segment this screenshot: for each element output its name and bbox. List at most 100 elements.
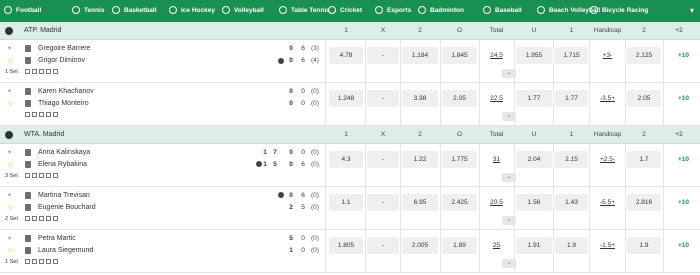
odd-h2[interactable]: 2.125 [627,47,661,64]
odd-handicap[interactable]: -3.5+ [591,95,624,102]
nav-item-cricket[interactable]: Cricket [328,6,362,14]
stats-icon[interactable] [25,69,30,74]
odd-h1[interactable]: 2.15 [555,151,588,168]
odd-u[interactable]: 1.955 [516,47,552,64]
nav-item-esports[interactable]: Esports [375,6,411,14]
stats-icon[interactable] [53,216,58,221]
odd-x[interactable]: - [367,194,399,211]
pin-icon[interactable]: ✦ [7,88,14,95]
league-name[interactable]: WTA. Madrid [24,131,64,138]
favorite-star-icon[interactable]: ☆ [7,100,14,108]
odd-c1[interactable]: 4.78 [329,47,363,64]
odd-u[interactable]: 1.77 [516,90,552,107]
stats-icon[interactable] [32,259,37,264]
player-name-2[interactable]: Eugenie Bouchard [38,204,96,211]
odd-c1[interactable]: 1.1 [329,194,363,211]
odd-h2[interactable]: 2.816 [627,194,661,211]
odd-total[interactable]: 25 [481,242,512,249]
pin-icon[interactable]: ✦ [7,149,14,156]
stats-icon[interactable] [53,112,58,117]
match-stats-icons[interactable] [25,259,58,264]
pin-icon[interactable]: ✦ [7,192,14,199]
odd-o[interactable]: 2.05 [442,90,477,107]
league-more-markets[interactable]: +2 [664,131,694,138]
expand-chevron-icon[interactable]: ⌄ [502,112,516,121]
odd-h1[interactable]: 1.9 [555,237,588,254]
odd-h2[interactable]: 2.05 [627,90,661,107]
nav-item-basketball[interactable]: Basketball [112,6,157,14]
match-stats-icons[interactable] [25,112,58,117]
stats-icon[interactable] [25,173,30,178]
league-name[interactable]: ATP. Madrid [24,27,61,34]
odd-h1[interactable]: 1.77 [555,90,588,107]
stats-icon[interactable] [46,259,51,264]
match-stats-icons[interactable] [25,173,58,178]
more-markets-link[interactable]: +10 [678,52,689,59]
odd-o[interactable]: 1.845 [442,47,477,64]
expand-chevron-icon[interactable]: ⌄ [502,259,516,268]
odd-u[interactable]: 1.91 [516,237,552,254]
odd-c2[interactable]: 6.95 [402,194,438,211]
stats-icon[interactable] [32,173,37,178]
stats-icon[interactable] [53,173,58,178]
player-name-1[interactable]: Gregoire Barrere [38,45,91,52]
stats-icon[interactable] [46,216,51,221]
odd-c2[interactable]: 1.184 [402,47,438,64]
stats-icon[interactable] [32,112,37,117]
match-stats-icons[interactable] [25,69,58,74]
player-name-1[interactable]: Karen Khachanov [38,88,94,95]
odd-c2[interactable]: 3.98 [402,90,438,107]
odd-handicap[interactable]: +2.5- [591,156,624,163]
odd-handicap[interactable]: -1.5+ [591,242,624,249]
odd-total[interactable]: 31 [481,156,512,163]
odd-x[interactable]: - [367,237,399,254]
favorite-star-icon[interactable]: ☆ [7,204,14,212]
odd-c2[interactable]: 2.005 [402,237,438,254]
expand-chevron-icon[interactable]: ⌄ [502,69,516,78]
match-stats-icons[interactable] [25,216,58,221]
odd-c2[interactable]: 1.22 [402,151,438,168]
stats-icon[interactable] [25,259,30,264]
stats-icon[interactable] [32,216,37,221]
match-row[interactable]: ✦ ☆ Petra Martic Laura Siegemund 1 Set 5 0 (0) 1… [0,230,700,273]
match-row[interactable]: ✦ ☆ Anna Kalinskaya Elena Rybakina 3 Set 1 7 1 5… [0,144,700,187]
stats-icon[interactable] [46,173,51,178]
odd-handicap[interactable]: -5.5+ [591,199,624,206]
odd-handicap[interactable]: +3- [591,52,624,59]
player-name-2[interactable]: Laura Siegemund [38,247,93,254]
player-name-1[interactable]: Anna Kalinskaya [38,149,90,156]
favorite-star-icon[interactable]: ☆ [7,161,14,169]
chevron-down-icon[interactable]: ▾ [690,6,694,15]
odd-o[interactable]: 2.425 [442,194,477,211]
odd-h1[interactable]: 1.715 [555,47,588,64]
odd-h2[interactable]: 1.9 [627,237,661,254]
stats-icon[interactable] [25,216,30,221]
odd-u[interactable]: 2.04 [516,151,552,168]
more-markets-link[interactable]: +10 [678,95,689,102]
odd-total[interactable]: 20.5 [481,199,512,206]
odd-c1[interactable]: 4.3 [329,151,363,168]
favorite-star-icon[interactable]: ☆ [7,57,14,65]
favorite-star-icon[interactable]: ☆ [7,247,14,255]
player-name-2[interactable]: Thiago Monteiro [38,100,89,107]
odd-h1[interactable]: 1.43 [555,194,588,211]
player-name-1[interactable]: Martina Trevisan [38,192,90,199]
nav-item-tennis[interactable]: Tennis [72,6,104,14]
odd-c1[interactable]: 1.805 [329,237,363,254]
odd-total[interactable]: 22.5 [481,95,512,102]
odd-total[interactable]: 24.5 [481,52,512,59]
stats-icon[interactable] [39,259,44,264]
nav-item-ice-hockey[interactable]: Ice Hockey [169,6,215,14]
odd-c1[interactable]: 1.248 [329,90,363,107]
league-more-markets[interactable]: +2 [664,27,694,34]
nav-item-table-tennis[interactable]: Table Tennis [279,6,330,14]
more-markets-link[interactable]: +10 [678,156,689,163]
stats-icon[interactable] [53,69,58,74]
stats-icon[interactable] [39,112,44,117]
nav-item-football[interactable]: Football [4,6,41,14]
stats-icon[interactable] [39,216,44,221]
odd-u[interactable]: 1.56 [516,194,552,211]
nav-item-bicycle-racing[interactable]: Bicycle Racing [590,6,648,14]
nav-item-badminton[interactable]: Badminton [418,6,464,14]
player-name-2[interactable]: Grigor Dimitrov [38,57,85,64]
